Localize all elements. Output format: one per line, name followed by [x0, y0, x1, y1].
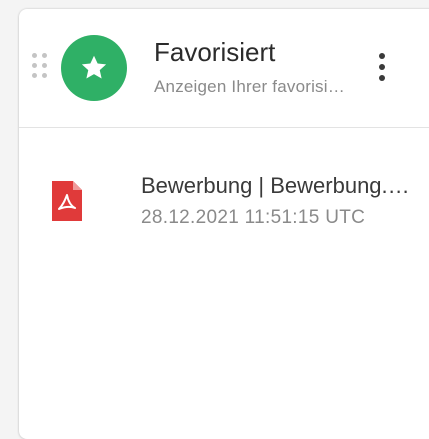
star-icon	[61, 35, 127, 101]
widget-title: Favorisiert	[154, 37, 276, 67]
favorites-widget-card: Favorisiert Anzeigen Ihrer favorisierten…	[19, 9, 429, 439]
pdf-file-icon	[52, 181, 82, 221]
list-item[interactable]: Bewerbung | Bewerbung.pdf 28.12.2021 11:…	[19, 159, 429, 249]
drag-handle-icon[interactable]	[32, 53, 48, 81]
widget-header: Favorisiert Anzeigen Ihrer favorisierten…	[19, 9, 429, 128]
widget-subtitle: Anzeigen Ihrer favorisierten Dateien	[154, 77, 350, 96]
more-options-button[interactable]	[369, 49, 395, 85]
file-name: Bewerbung | Bewerbung.pdf	[141, 173, 417, 198]
file-timestamp: 28.12.2021 11:51:15 UTC	[141, 207, 366, 228]
